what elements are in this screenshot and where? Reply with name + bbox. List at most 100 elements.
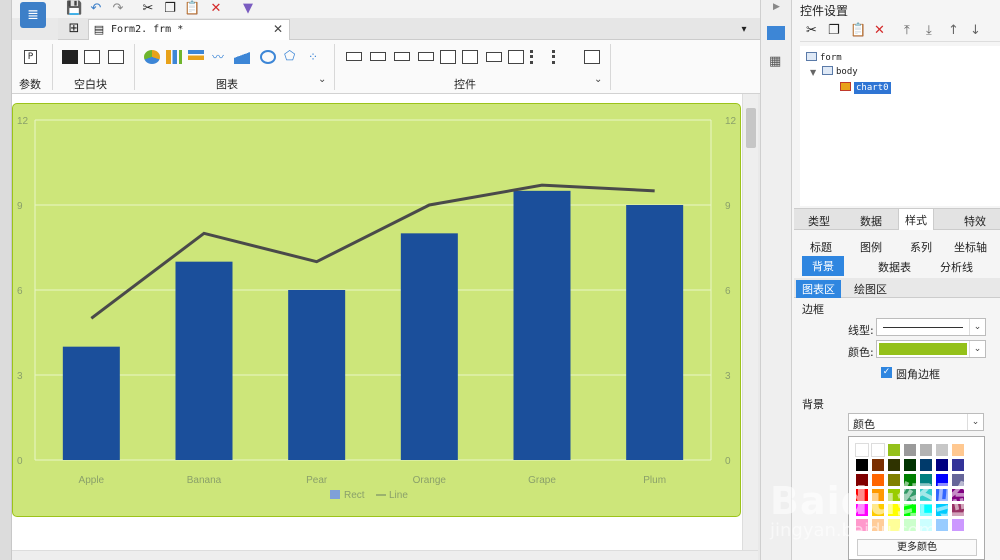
color-swatch[interactable] [871,443,885,457]
tree-node-body[interactable]: body [822,66,858,77]
block-grid-icon[interactable] [108,50,124,64]
radio-group-icon[interactable] [530,50,546,64]
y-tick-label-right: 0 [725,456,731,467]
horizontal-scrollbar[interactable] [12,550,758,560]
chart-widget[interactable]: 0 0 3 3 6 6 9 9 12 12 Apple Banana Pear Orange Grape Pl… [12,103,741,517]
line-type-select[interactable]: ⌄ [876,318,986,336]
button-control-icon[interactable] [394,52,410,61]
collapse-arrow-icon[interactable]: ▶ [773,2,780,12]
delete-icon[interactable]: ✕ [208,1,224,17]
paste-icon[interactable]: 📋 [184,1,200,17]
bar [62,346,120,460]
left-collapse-strip[interactable] [0,0,12,560]
tab-chart-area[interactable]: 图表区 [796,280,841,298]
cut-icon[interactable]: ✂ [806,23,817,38]
tree-node-form[interactable]: form [806,52,842,63]
tab-type[interactable]: 类型 [808,213,830,229]
area-chart-icon[interactable] [234,50,250,64]
search-control-icon[interactable] [584,50,600,64]
move-down-icon[interactable]: ↓ [970,23,981,38]
scrollbar-thumb[interactable] [746,108,756,148]
tab-plot-area[interactable]: 绘图区 [848,280,893,298]
app-logo-icon[interactable]: ≣ [20,2,46,28]
tab-style[interactable]: 样式 [898,209,934,230]
vertical-scrollbar[interactable] [742,94,758,550]
textbox-control-icon[interactable] [346,52,362,61]
pie-chart-icon[interactable] [144,50,160,64]
date-control-icon[interactable] [462,50,478,64]
copy-icon[interactable]: ❐ [162,1,178,17]
tree-node-chart0[interactable]: chart0 [840,82,891,94]
save-icon[interactable]: 💾 [66,1,82,17]
move-bottom-icon[interactable]: ⤓ [926,23,932,38]
chevron-down-icon[interactable]: ⌄ [318,74,326,85]
number-control-icon[interactable] [486,52,502,62]
border-color-select[interactable]: ⌄ [876,340,986,358]
y-tick-label: 0 [17,456,23,467]
subtab-series[interactable]: 系列 [910,239,932,255]
chevron-down-icon[interactable]: ⌄ [594,74,602,85]
move-up-icon[interactable]: ↑ [948,23,959,38]
y-tick-label: 12 [17,116,29,127]
bar [400,233,458,460]
x-tick-label: Apple [79,475,105,486]
ribbon-divider [334,44,335,90]
more-colors-button[interactable]: 更多颜色 [857,539,977,556]
subtab-title[interactable]: 标题 [810,239,832,255]
delete-icon[interactable]: ✕ [874,23,885,38]
rounded-border-checkbox[interactable]: ✓ [881,367,892,378]
tab-data[interactable]: 数据 [860,213,882,229]
document-tab-label: Form2. frm * [111,24,184,35]
label-control-icon[interactable] [370,52,386,61]
rounded-border-label: 圆角边框 [896,368,940,381]
layout-grid-icon[interactable]: ▦ [769,54,781,69]
widget-tree: form ▼ body chart0 [800,46,1000,206]
bar [513,190,571,460]
list-control-icon[interactable] [440,50,456,64]
move-top-icon[interactable]: ⤒ [904,23,910,38]
gauge-icon[interactable] [260,50,276,64]
shield-icon[interactable]: ▼ [240,1,256,17]
background-type-select[interactable]: 颜色 ⌄ [848,413,984,431]
close-icon[interactable]: ✕ [273,22,283,36]
bar-chart-icon[interactable] [166,50,182,64]
color-swatch[interactable] [951,443,965,457]
subtab-datasheet[interactable]: 数据表 [878,259,911,275]
tab-menu-icon[interactable]: ▾ [736,22,752,38]
redo-icon[interactable]: ↷ [110,1,126,17]
color-swatch[interactable] [855,443,869,457]
document-tab[interactable]: ▤ Form2. frm * ✕ [88,19,290,40]
copy-icon[interactable]: ❐ [828,23,840,38]
undo-icon[interactable]: ↶ [88,1,104,17]
subtab-analysis-line[interactable]: 分析线 [940,259,973,275]
color-swatch[interactable] [887,443,901,457]
block-icon[interactable] [62,50,78,64]
cut-icon[interactable]: ✂ [140,1,156,17]
chart-icon [840,82,851,91]
parameter-icon[interactable]: P [24,50,37,64]
color-swatch[interactable] [935,443,949,457]
line-chart-icon[interactable]: 〰 [212,50,228,64]
chevron-down-icon: ⌄ [969,341,985,357]
chevron-down-icon[interactable]: ▼ [810,68,816,77]
grid-icon[interactable]: ⊞ [66,21,82,37]
ribbon-group-controls: 控件 [454,78,476,91]
checkbox-group-icon[interactable] [552,50,568,64]
ribbon-group-blank-block: 空白块 [74,78,107,91]
color-swatch[interactable] [919,443,933,457]
subtab-axis[interactable]: 坐标轴 [954,239,987,255]
widget-settings-icon[interactable] [767,26,785,40]
paste-icon[interactable]: 📋 [850,23,866,38]
tree-node-label: chart0 [854,82,891,94]
tab-effects[interactable]: 特效 [964,213,986,229]
scatter-icon[interactable]: ⁘ [308,50,324,64]
dropdown-control-icon[interactable] [418,52,434,61]
legend-label: Line [389,490,408,501]
color-swatch[interactable] [903,443,917,457]
horizontal-bar-icon[interactable] [188,50,204,64]
subtab-background[interactable]: 背景 [802,256,844,276]
textarea-control-icon[interactable] [508,50,524,64]
radar-icon[interactable]: ⬠ [284,50,300,64]
block-split-icon[interactable] [84,50,100,64]
subtab-legend[interactable]: 图例 [860,239,882,255]
